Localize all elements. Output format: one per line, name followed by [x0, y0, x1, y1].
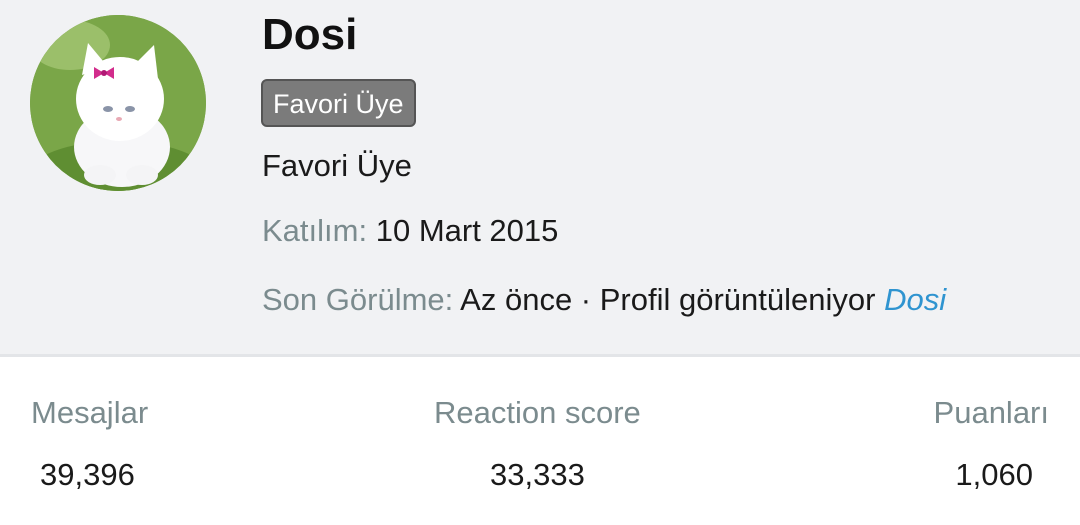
user-title: Favori Üye — [262, 148, 412, 183]
profile-header: Dosi Favori Üye Favori Üye Katılım: 10 M… — [0, 0, 1080, 357]
last-seen-user-link[interactable]: Dosi — [884, 282, 946, 317]
stat-reactions[interactable]: Reaction score 33,333 — [434, 395, 641, 493]
stat-messages-label: Mesajlar — [31, 395, 149, 430]
member-profile-card: Dosi Favori Üye Favori Üye Katılım: 10 M… — [0, 0, 1080, 525]
avatar[interactable] — [30, 15, 206, 191]
stat-messages-value: 39,396 — [40, 457, 135, 492]
stat-reactions-label: Reaction score — [434, 395, 641, 430]
stat-reactions-value: 33,333 — [490, 457, 585, 492]
joined-date: 10 Mart 2015 — [375, 213, 559, 248]
joined-row: Katılım: 10 Mart 2015 — [262, 213, 558, 249]
last-seen-row: Son Görülme: Az önce · Profil görüntülen… — [262, 282, 946, 318]
stat-points-label: Puanları — [933, 395, 1049, 430]
last-seen-activity: Az önce · Profil görüntüleniyor — [460, 282, 876, 317]
stat-points[interactable]: Puanları 1,060 — [934, 395, 1049, 493]
avatar-image — [30, 15, 206, 191]
stat-points-value: 1,060 — [955, 457, 1033, 492]
joined-label: Katılım: — [262, 213, 368, 248]
username: Dosi — [262, 10, 358, 59]
stat-messages[interactable]: Mesajlar 39,396 — [31, 395, 148, 493]
user-banner-badge: Favori Üye — [261, 79, 416, 127]
stats-bar: Mesajlar 39,396 Reaction score 33,333 Pu… — [0, 357, 1080, 525]
last-seen-label: Son Görülme: — [262, 282, 454, 317]
